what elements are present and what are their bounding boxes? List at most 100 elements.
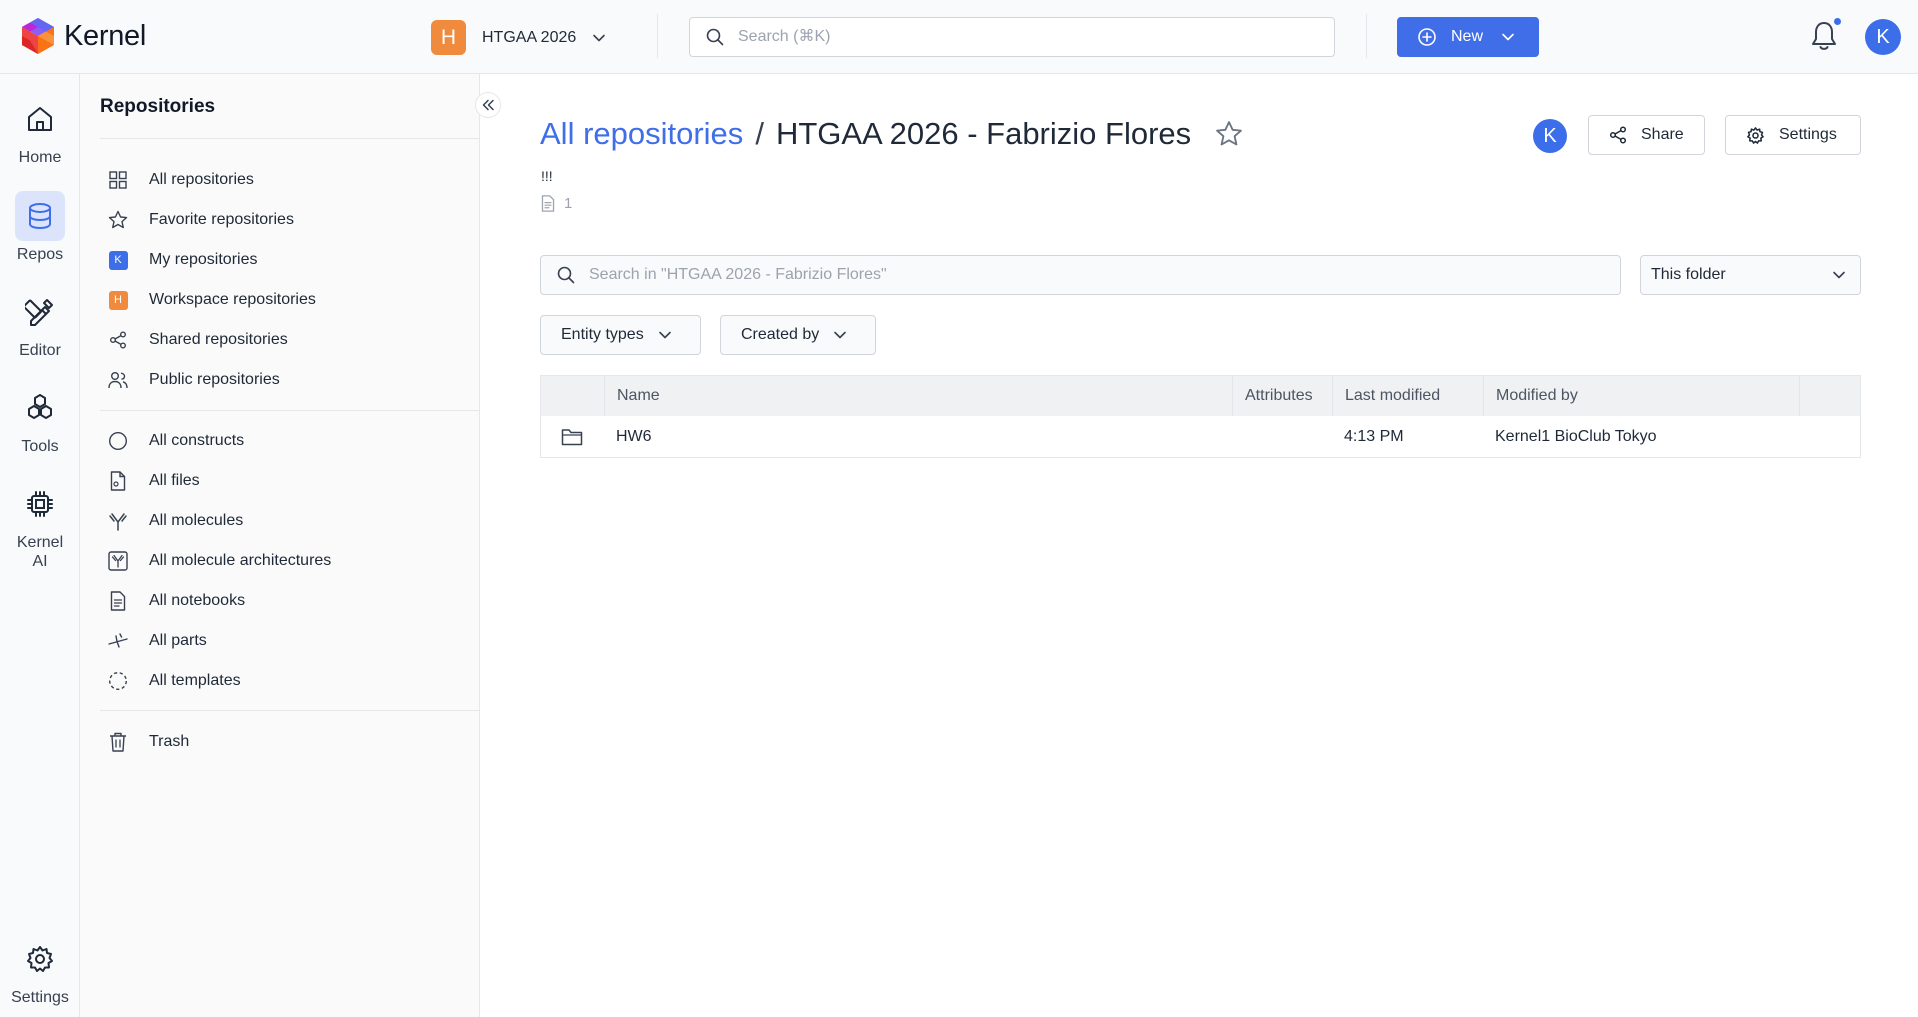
file-icon	[108, 471, 128, 491]
sidebar-item-all-templates[interactable]: All templates	[108, 667, 241, 695]
sidebar-item-my-repositories[interactable]: K My repositories	[108, 246, 257, 274]
user-avatar[interactable]: K	[1865, 19, 1901, 55]
sidebar-item-label: All molecules	[149, 512, 244, 529]
rail-item-home[interactable]: Home	[0, 94, 80, 167]
plus-circle-icon	[1417, 27, 1437, 47]
rail-item-editor[interactable]: Editor	[0, 287, 80, 360]
chevron-down-icon	[833, 328, 847, 342]
sidebar-item-all-molecule-architectures[interactable]: All molecule architectures	[108, 547, 331, 575]
sidebar-item-all-constructs[interactable]: All constructs	[108, 427, 244, 455]
sidebar-item-label: All repositories	[149, 171, 254, 188]
chevron-down-icon	[658, 328, 672, 342]
sidebar-item-trash[interactable]: Trash	[108, 728, 189, 756]
favorite-star-icon[interactable]	[1215, 120, 1243, 148]
created-by-filter[interactable]: Created by	[720, 315, 876, 355]
repository-settings-button[interactable]: Settings	[1725, 115, 1861, 155]
repository-search-input[interactable]	[589, 266, 1546, 284]
workspace-switcher[interactable]: H HTGAA 2026	[431, 20, 606, 55]
rail-label: Home	[18, 149, 62, 166]
column-header-icon	[541, 376, 604, 416]
global-search[interactable]	[689, 17, 1335, 57]
circle-icon	[108, 431, 128, 451]
column-header-attributes[interactable]: Attributes	[1232, 376, 1332, 416]
share-button[interactable]: Share	[1588, 115, 1705, 155]
sidebar-item-all-repositories[interactable]: All repositories	[108, 166, 254, 194]
repository-description: !!!	[541, 168, 553, 184]
sidebar-item-label: All notebooks	[149, 592, 246, 609]
sidebar-item-all-files[interactable]: All files	[108, 467, 200, 495]
sidebar-item-shared-repositories[interactable]: Shared repositories	[108, 326, 288, 354]
user-badge-icon: K	[108, 250, 128, 270]
sidebar-item-all-parts[interactable]: All parts	[108, 627, 207, 655]
divider	[100, 410, 480, 411]
entities-table: Name Attributes Last modified Modified b…	[540, 375, 1861, 458]
repository-search[interactable]	[540, 255, 1621, 295]
gear-icon	[1746, 126, 1765, 145]
search-icon	[557, 266, 575, 284]
table-row[interactable]: HW6 4:13 PM Kernel1 BioClub Tokyo	[541, 416, 1860, 458]
app-logo[interactable]: Kernel	[20, 16, 146, 56]
double-chevron-left-icon	[481, 99, 495, 111]
divider	[657, 14, 658, 58]
workspace-badge-icon: H	[108, 290, 128, 310]
sidebar-item-all-notebooks[interactable]: All notebooks	[108, 587, 245, 615]
sidebar-item-label: Favorite repositories	[149, 211, 294, 228]
database-icon	[15, 191, 65, 241]
column-header-actions	[1799, 376, 1860, 416]
breadcrumb-separator: /	[755, 116, 764, 151]
workspace-mini-badge: H	[108, 290, 128, 310]
search-scope-select[interactable]: This folder	[1640, 255, 1861, 295]
rail-item-kernel-ai[interactable]: Kernel AI	[0, 479, 80, 571]
column-header-modified-by[interactable]: Modified by	[1483, 376, 1799, 416]
users-icon	[108, 370, 128, 390]
rail-label: Settings	[11, 989, 69, 1006]
search-scope-value: This folder	[1651, 266, 1726, 283]
entity-name[interactable]: HW6	[616, 416, 652, 458]
new-button[interactable]: New	[1397, 17, 1539, 57]
global-search-input[interactable]	[738, 28, 1304, 46]
sidebar-item-label: Shared repositories	[149, 331, 288, 348]
notification-dot	[1833, 17, 1842, 26]
column-header-last-modified[interactable]: Last modified	[1332, 376, 1483, 416]
created-by-label: Created by	[741, 326, 820, 343]
column-header-name[interactable]: Name	[604, 376, 1242, 416]
collapse-sidebar-button[interactable]	[475, 92, 501, 118]
settings-button-label: Settings	[1779, 126, 1837, 143]
share-button-label: Share	[1641, 126, 1684, 143]
sidebar-item-public-repositories[interactable]: Public repositories	[108, 366, 280, 394]
owner-avatar[interactable]: K	[1533, 119, 1567, 153]
file-count: 1	[541, 195, 572, 212]
rail-label: Repos	[16, 246, 64, 263]
parts-icon	[108, 631, 128, 651]
app-name: Kernel	[64, 19, 147, 52]
repositories-sidebar: Repositories All repositories Favorite r…	[80, 74, 480, 1017]
sidebar-item-workspace-repositories[interactable]: H Workspace repositories	[108, 286, 316, 314]
antibody-box-icon	[108, 551, 128, 571]
rail-item-tools[interactable]: Tools	[0, 383, 80, 456]
chevron-down-icon	[1501, 30, 1515, 44]
rail-item-repos[interactable]: Repos	[0, 191, 80, 264]
rail-item-settings[interactable]: Settings	[0, 934, 80, 1007]
grid-icon	[108, 170, 128, 190]
notifications-button[interactable]	[1810, 17, 1842, 52]
sidebar-item-all-molecules[interactable]: All molecules	[108, 507, 243, 535]
table-header: Name Attributes Last modified Modified b…	[541, 376, 1860, 416]
entity-types-filter[interactable]: Entity types	[540, 315, 701, 355]
workspace-name: HTGAA 2026	[482, 28, 577, 46]
sidebar-item-label: My repositories	[149, 251, 258, 268]
breadcrumb-link-all-repositories[interactable]: All repositories	[540, 116, 743, 152]
sidebar-item-label: Workspace repositories	[149, 291, 316, 308]
sidebar-item-favorite-repositories[interactable]: Favorite repositories	[108, 206, 294, 234]
share-icon	[108, 330, 128, 350]
page-title: HTGAA 2026 - Fabrizio Flores	[775, 116, 1192, 151]
star-icon	[108, 210, 128, 230]
folder-icon	[561, 416, 583, 458]
sidebar-item-label: All constructs	[149, 432, 245, 449]
user-badge: K	[108, 250, 128, 270]
dashed-circle-icon	[108, 671, 128, 691]
notebook-icon	[108, 591, 128, 611]
chevron-down-icon	[1832, 268, 1846, 282]
rail-label: Editor	[19, 342, 61, 359]
share-icon	[1609, 126, 1627, 144]
rail-label: Tools	[21, 438, 59, 455]
